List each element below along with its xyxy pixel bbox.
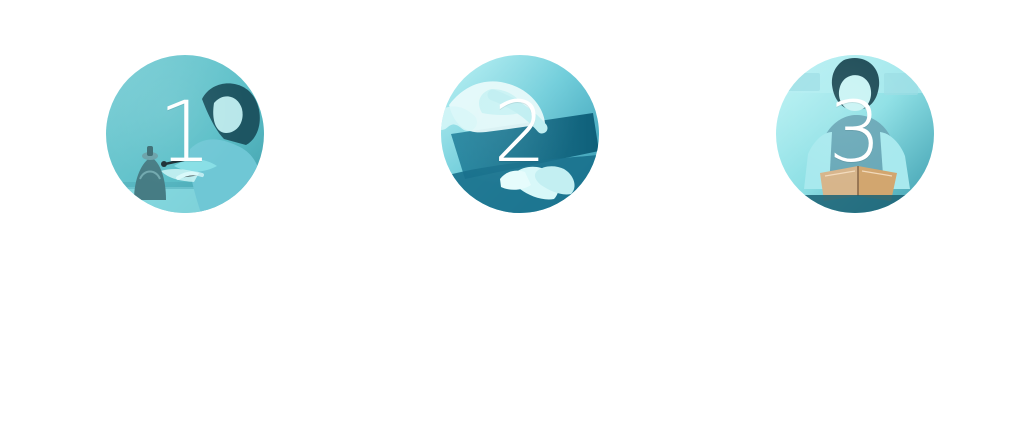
step-number-3: 3 [828,83,882,181]
step-3-circle: 3 [776,55,934,213]
step-number-1: 1 [158,83,212,181]
step-number-2: 2 [493,83,547,181]
step-1-circle: 1 [106,55,264,213]
step-2-circle: 2 [441,55,599,213]
steps-page: 1 2 3 [0,0,1024,433]
